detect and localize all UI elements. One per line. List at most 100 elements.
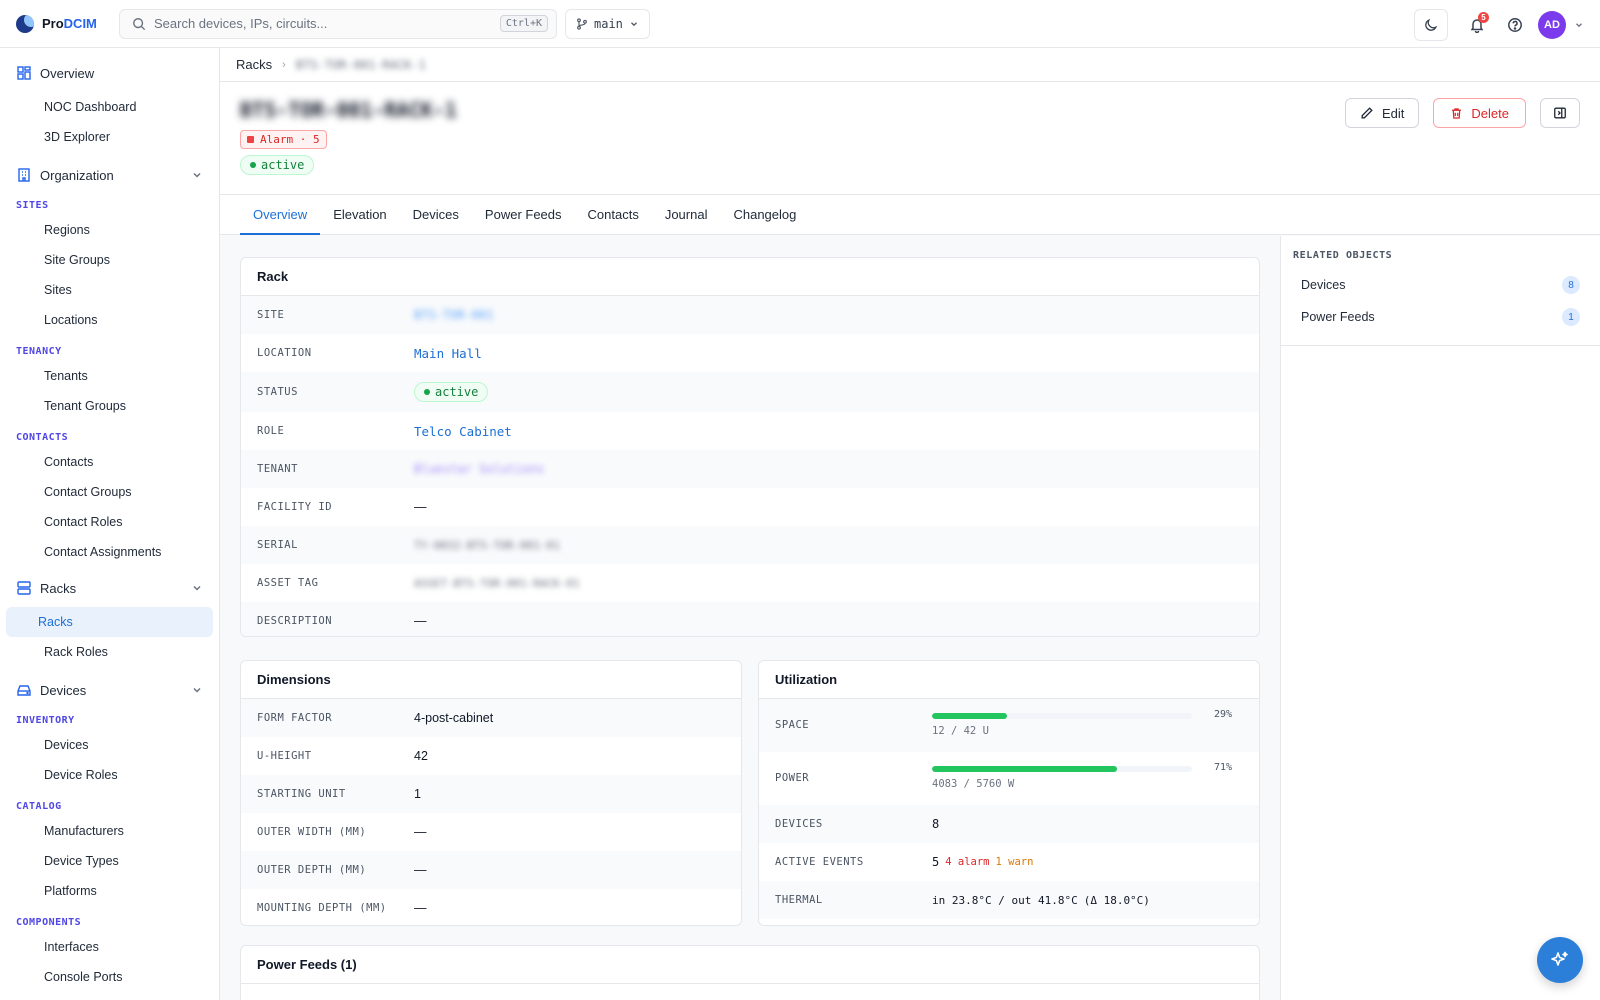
field-label: FACILITY ID <box>257 501 333 513</box>
delete-button[interactable]: Delete <box>1433 98 1526 128</box>
sidebar-item-contact-groups[interactable]: Contact Groups <box>6 477 213 507</box>
tab-devices[interactable]: Devices <box>400 195 472 234</box>
util-row-power: POWER 71% 4083 / 5760 W <box>759 752 1259 805</box>
status-dot-icon <box>424 389 430 395</box>
notifications-button[interactable]: 5 <box>1462 10 1492 40</box>
dim-row-form-factor: FORM FACTOR 4-post-cabinet <box>241 699 741 737</box>
role-link[interactable]: Telco Cabinet <box>414 424 512 439</box>
rack-row-location: LOCATION Main Hall <box>241 334 1259 372</box>
theme-toggle-button[interactable] <box>1414 9 1448 41</box>
sidebar-item-locations[interactable]: Locations <box>6 305 213 335</box>
search-shortcut: Ctrl+K <box>499 15 548 32</box>
field-label: POWER <box>775 772 810 784</box>
field-value: — <box>414 863 427 877</box>
field-label: STATUS <box>257 386 298 398</box>
ai-assistant-button[interactable] <box>1537 937 1583 983</box>
sidebar-section-devices[interactable]: Devices <box>0 675 213 705</box>
toggle-panel-button[interactable] <box>1540 98 1580 128</box>
related-item-label: Power Feeds <box>1301 310 1375 324</box>
field-label: FORM FACTOR <box>257 712 333 724</box>
sidebar-item-manufacturers[interactable]: Manufacturers <box>6 816 213 846</box>
status-badge: active <box>240 155 315 175</box>
rack-row-site: SITE BTS-TOR-001 <box>241 296 1259 334</box>
branch-label: main <box>594 16 623 31</box>
sidebar-section-racks[interactable]: Racks <box>0 573 213 603</box>
tab-power-feeds[interactable]: Power Feeds <box>472 195 575 234</box>
main-content: Racks › BTS-TOR-001-RACK-1 BTS-TOR-001-R… <box>220 48 1600 1000</box>
top-bar: ProDCIM Ctrl+K main 5 AD <box>0 0 1600 48</box>
alarm-badge[interactable]: Alarm · 5 <box>240 130 327 149</box>
util-row-thermal: THERMAL in 23.8°C / out 41.8°C (Δ 18.0°C… <box>759 881 1259 919</box>
tab-elevation[interactable]: Elevation <box>320 195 399 234</box>
tab-overview[interactable]: Overview <box>240 195 321 235</box>
utilization-card-title: Utilization <box>759 661 1259 699</box>
sidebar-item-contact-roles[interactable]: Contact Roles <box>6 507 213 537</box>
sidebar-item-interfaces[interactable]: Interfaces <box>6 932 213 962</box>
sidebar-item-3d-explorer[interactable]: 3D Explorer <box>6 122 213 152</box>
power-progress-fill <box>932 766 1117 772</box>
user-avatar[interactable]: AD <box>1538 11 1566 39</box>
location-link[interactable]: Main Hall <box>414 346 482 361</box>
sidebar-section-organization[interactable]: Organization <box>0 160 213 190</box>
chevron-down-icon <box>193 172 201 178</box>
dim-row-mounting-depth: MOUNTING DEPTH (MM) — <box>241 889 741 925</box>
sidebar-item-device-roles[interactable]: Device Roles <box>6 760 213 790</box>
sidebar-item-regions[interactable]: Regions <box>6 215 213 245</box>
logo[interactable]: ProDCIM <box>16 14 104 33</box>
power-feeds-card: Power Feeds (1) <box>240 945 1260 1000</box>
sidebar-item-site-groups[interactable]: Site Groups <box>6 245 213 275</box>
tenant-link[interactable]: Bluestar Solutions <box>414 462 544 476</box>
sidebar-item-devices[interactable]: Devices <box>6 730 213 760</box>
utilization-card: Utilization SPACE 29% 12 / 42 U POWER 71… <box>758 660 1260 926</box>
dim-row-starting-unit: STARTING UNIT 1 <box>241 775 741 813</box>
sidebar-section-overview[interactable]: Overview <box>0 58 213 88</box>
sidebar-section-label: Devices <box>40 682 87 698</box>
notification-count-badge: 5 <box>1478 12 1489 23</box>
breadcrumb-racks-link[interactable]: Racks <box>236 57 272 72</box>
rack-row-serial: SERIAL TY-0832-BTS-TOR-001-01 <box>241 526 1259 564</box>
status-dot-icon <box>250 162 256 168</box>
help-button[interactable] <box>1500 10 1530 40</box>
related-objects-panel: RELATED OBJECTS Devices 8 Power Feeds 1 <box>1280 236 1600 1000</box>
field-label: THERMAL <box>775 894 823 906</box>
sidebar-item-tenant-groups[interactable]: Tenant Groups <box>6 391 213 421</box>
chevron-down-icon[interactable] <box>1574 20 1584 30</box>
sidebar-item-rack-roles[interactable]: Rack Roles <box>6 637 213 667</box>
sidebar-item-platforms[interactable]: Platforms <box>6 876 213 906</box>
edit-button[interactable]: Edit <box>1345 98 1420 128</box>
branch-selector[interactable]: main <box>565 8 650 39</box>
power-progress: 71% 4083 / 5760 W <box>932 762 1232 805</box>
site-link[interactable]: BTS-TOR-001 <box>414 308 493 322</box>
field-value: — <box>414 825 427 839</box>
field-label: OUTER DEPTH (MM) <box>257 864 367 876</box>
dimensions-card-title: Dimensions <box>241 661 741 699</box>
moon-icon <box>1425 18 1438 31</box>
related-item-devices[interactable]: Devices 8 <box>1281 269 1600 301</box>
tab-contacts[interactable]: Contacts <box>575 195 652 234</box>
dim-row-outer-depth: OUTER DEPTH (MM) — <box>241 851 741 889</box>
related-item-power-feeds[interactable]: Power Feeds 1 <box>1281 301 1600 333</box>
sidebar: Overview NOC Dashboard 3D Explorer Organ… <box>0 48 220 1000</box>
tab-journal[interactable]: Journal <box>652 195 721 234</box>
search-box[interactable]: Ctrl+K <box>119 8 557 39</box>
events-alarm-count: 4 alarm <box>945 856 990 868</box>
logo-accent-text: DCIM <box>63 16 97 31</box>
sidebar-item-contact-assignments[interactable]: Contact Assignments <box>6 537 213 567</box>
sidebar-item-tenants[interactable]: Tenants <box>6 361 213 391</box>
sidebar-item-racks[interactable]: Racks <box>6 607 213 637</box>
sidebar-item-sites[interactable]: Sites <box>6 275 213 305</box>
search-input[interactable] <box>154 16 500 31</box>
sidebar-category-catalog: CATALOG <box>16 800 62 812</box>
field-value: 1 <box>414 787 421 801</box>
tab-changelog[interactable]: Changelog <box>720 195 809 234</box>
logo-icon <box>16 14 34 33</box>
field-value: 8 <box>932 817 940 831</box>
sidebar-item-device-types[interactable]: Device Types <box>6 846 213 876</box>
events-warn-count: 1 warn <box>995 856 1034 868</box>
sidebar-item-console-ports[interactable]: Console Ports <box>6 962 213 992</box>
field-value: — <box>414 614 427 628</box>
alarm-badge-label: Alarm · 5 <box>260 133 320 146</box>
sidebar-item-noc-dashboard[interactable]: NOC Dashboard <box>6 92 213 122</box>
sidebar-item-contacts[interactable]: Contacts <box>6 447 213 477</box>
related-item-label: Devices <box>1301 278 1346 292</box>
